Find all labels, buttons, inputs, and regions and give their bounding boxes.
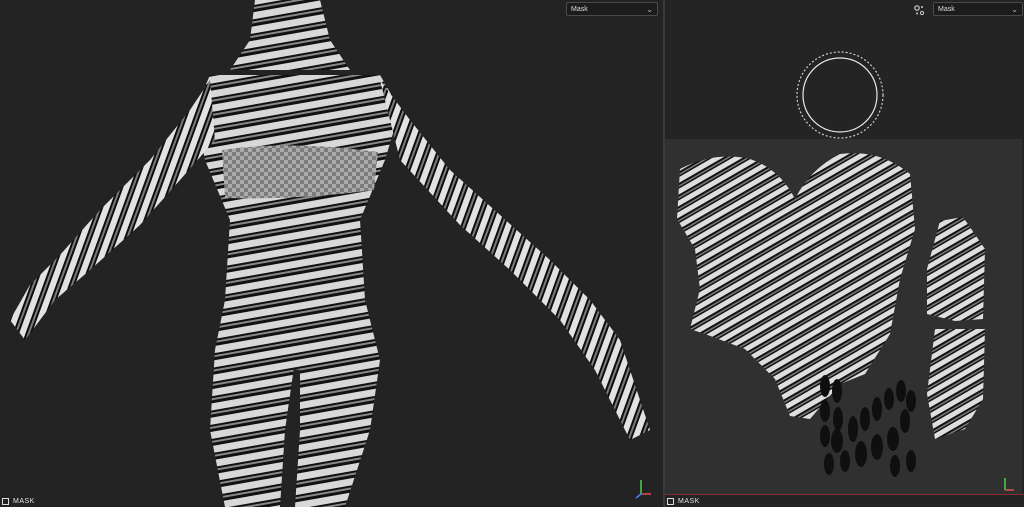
uv-axis-gizmo-icon: [1004, 478, 1014, 491]
channel-dropdown-3d[interactable]: Mask ⌄: [566, 2, 658, 16]
brush-cursor-area: [796, 51, 884, 139]
channel-dropdown-2d[interactable]: Mask ⌄: [933, 2, 1023, 16]
status-square-icon: [2, 497, 9, 505]
status-square-icon: [667, 497, 674, 505]
uv-island-body: [677, 153, 915, 419]
model-3d-render: [10, 0, 651, 507]
figure-right-arm: [380, 80, 650, 440]
brush-cursor-outer-icon: [796, 51, 884, 139]
chest-checker-band: [222, 145, 378, 199]
brush-cursor-inner-icon: [802, 57, 878, 133]
uv-canvas-border-line: [665, 494, 1024, 495]
uv-islands: [677, 153, 1014, 491]
figure-left-arm: [10, 80, 215, 340]
viewport-3d[interactable]: Mask ⌄ MASK: [0, 0, 663, 507]
figure-neck: [230, 0, 350, 70]
status-label-3d: MASK: [13, 498, 35, 505]
channel-dropdown-3d-value: Mask: [571, 6, 588, 13]
status-bar-3d: MASK: [2, 497, 35, 507]
axis-gizmo-icon: [635, 480, 651, 499]
chevron-down-icon: ⌄: [1011, 5, 1018, 14]
uv-island-fingers: [820, 375, 916, 477]
channel-dropdown-2d-value: Mask: [938, 6, 955, 13]
uv-canvas[interactable]: [665, 139, 1022, 494]
settings-gear-icon[interactable]: [913, 4, 925, 16]
uv-island-arm-upper: [927, 217, 985, 321]
chevron-down-icon: ⌄: [646, 5, 653, 14]
uv-island-arm-lower: [927, 329, 985, 439]
status-label-2d: MASK: [678, 498, 700, 505]
status-bar-2d: MASK: [667, 497, 700, 507]
